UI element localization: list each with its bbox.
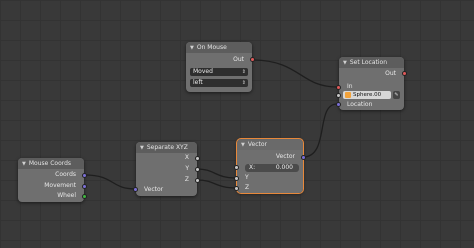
output-socket-vector[interactable] [301, 155, 306, 160]
collapse-chevron-icon[interactable]: ▼ [241, 142, 245, 148]
input-socket-object[interactable] [336, 93, 341, 98]
object-field-value: Sphere.00 [353, 92, 382, 98]
socket-label-in: In [347, 83, 353, 90]
link-onmouse-out-to-setlocation-in [251, 59, 338, 88]
node-title: Mouse Coords [28, 160, 72, 167]
object-field[interactable]: Sphere.00 [343, 91, 391, 99]
link-separatexyz-z-to-vector-z [196, 179, 237, 189]
output-socket-y[interactable] [195, 167, 200, 172]
x-field-label: X: [249, 164, 256, 171]
output-socket-wheel[interactable] [82, 194, 87, 199]
node-separate-xyz[interactable]: ▼ Separate XYZ X Y Z Vector [133, 142, 200, 196]
socket-label-wheel: Wheel [57, 192, 76, 199]
collapse-chevron-icon[interactable]: ▼ [190, 45, 194, 51]
output-socket-out[interactable] [402, 71, 407, 76]
output-socket-movement[interactable] [82, 184, 87, 189]
event-dropdown-value: Moved [193, 68, 213, 75]
link-mousecoords-coords-to-separatexyz-vector [84, 174, 137, 190]
object-cube-icon [345, 92, 351, 98]
output-socket-coords[interactable] [82, 173, 87, 178]
collapse-chevron-icon[interactable]: ▼ [343, 60, 347, 66]
input-socket-z[interactable] [234, 186, 239, 191]
socket-label-y: Y [185, 165, 189, 172]
x-number-field[interactable]: X: 0.000 [245, 164, 299, 172]
socket-label-location: Location [347, 101, 373, 108]
input-socket-vector[interactable] [133, 187, 138, 192]
input-socket-x[interactable] [234, 165, 239, 170]
node-separate-xyz-header[interactable]: ▼ Separate XYZ [136, 142, 197, 153]
socket-label-z: Z [245, 184, 250, 191]
link-vector-out-to-setlocation-location [302, 103, 338, 158]
x-field-value: 0.000 [275, 164, 293, 171]
node-set-location-header[interactable]: ▼ Set Location [339, 57, 404, 68]
node-title: Separate XYZ [146, 144, 188, 151]
socket-label-out: Out [385, 70, 396, 77]
socket-label-z: Z [184, 176, 189, 183]
output-socket-z[interactable] [195, 178, 200, 183]
node-on-mouse[interactable]: ▼ On Mouse Out Moved ⇕ left ⇕ [186, 42, 255, 92]
link-separatexyz-y-to-vector-y [196, 168, 237, 179]
node-set-location[interactable]: ▼ Set Location Out In Sphere.00 ✎ Locati… [336, 57, 407, 110]
socket-label-y: Y [245, 174, 249, 181]
input-socket-in[interactable] [336, 85, 341, 90]
node-vector[interactable]: ▼ Vector Vector X: 0.000 Y Z [234, 138, 306, 194]
node-title: On Mouse [196, 44, 227, 51]
input-socket-y[interactable] [234, 176, 239, 181]
socket-label-vector: Vector [275, 153, 295, 160]
node-title: Vector [247, 141, 267, 148]
socket-label-x: X [184, 154, 189, 161]
node-on-mouse-header[interactable]: ▼ On Mouse [186, 42, 252, 53]
output-socket-x[interactable] [195, 156, 200, 161]
event-dropdown[interactable]: Moved ⇕ [190, 68, 248, 76]
button-dropdown[interactable]: left ⇕ [190, 79, 248, 87]
dropdown-arrows-icon: ⇕ [241, 69, 246, 75]
socket-label-vector: Vector [144, 186, 164, 193]
collapse-chevron-icon[interactable]: ▼ [22, 161, 26, 167]
socket-label-movement: Movement [44, 182, 76, 189]
button-dropdown-value: left [193, 79, 203, 86]
eyedropper-icon[interactable]: ✎ [393, 91, 400, 99]
dropdown-arrows-icon: ⇕ [241, 80, 246, 86]
node-mouse-coords-header[interactable]: ▼ Mouse Coords [18, 158, 84, 169]
node-links [84, 59, 338, 190]
collapse-chevron-icon[interactable]: ▼ [140, 145, 144, 151]
socket-label-out: Out [233, 56, 244, 63]
node-vector-header[interactable]: ▼ Vector [237, 139, 303, 150]
socket-label-coords: Coords [55, 171, 76, 178]
output-socket-out[interactable] [250, 57, 255, 62]
node-title: Set Location [349, 59, 387, 66]
input-socket-location[interactable] [336, 102, 341, 107]
node-mouse-coords[interactable]: ▼ Mouse Coords Coords Movement Wheel [18, 158, 87, 202]
